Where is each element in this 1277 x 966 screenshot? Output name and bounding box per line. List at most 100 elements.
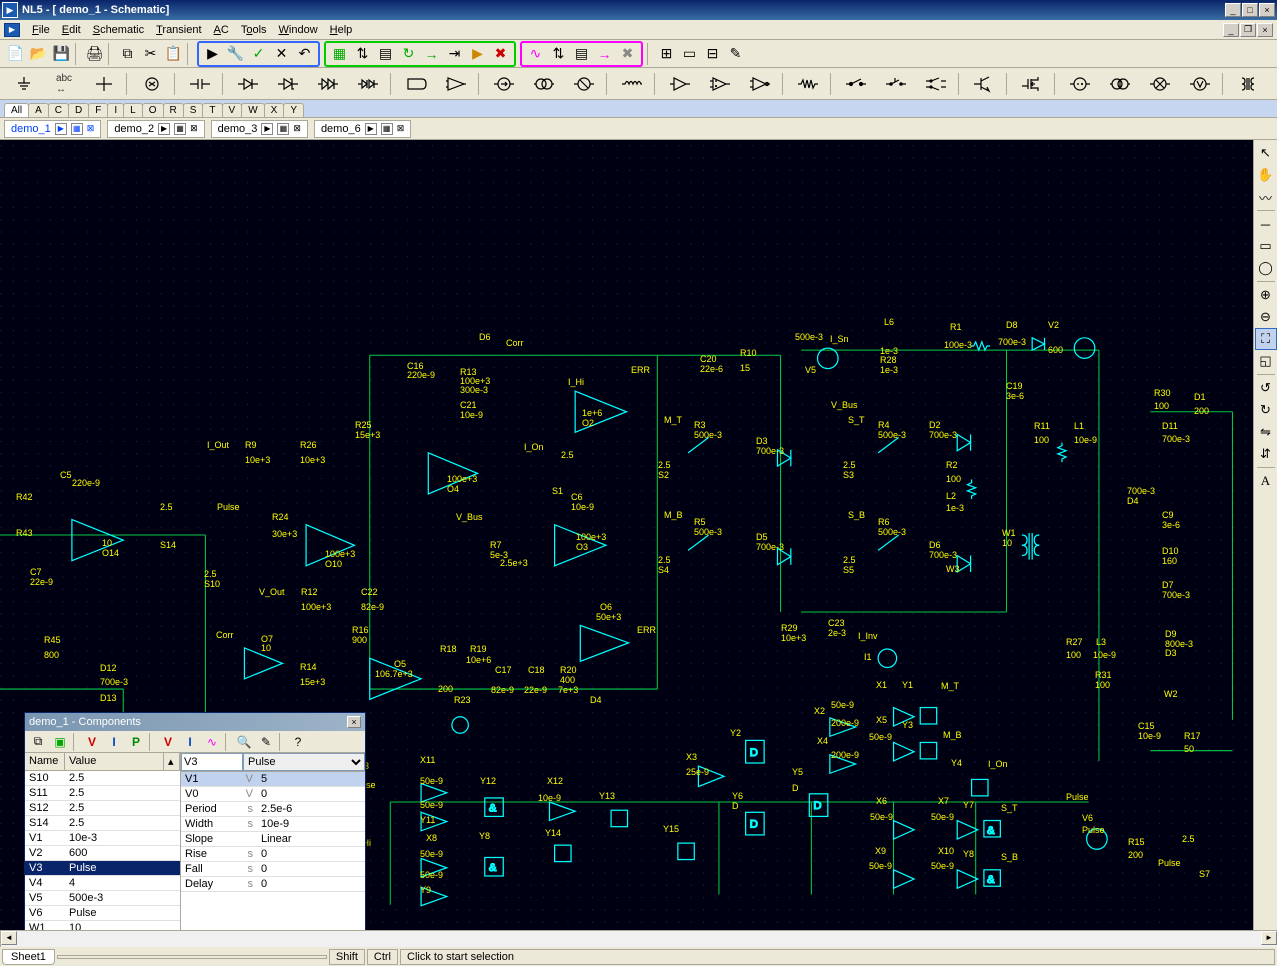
copy-button[interactable]: ⧉ [116, 43, 139, 65]
trans-data-button[interactable]: ⇅ [351, 43, 374, 65]
parts-tab-f[interactable]: F [88, 103, 108, 117]
param-row[interactable]: Falls0 [181, 862, 365, 877]
parts-tab-t[interactable]: T [202, 103, 222, 117]
label-button[interactable]: ▭ [678, 43, 701, 65]
func-icon[interactable] [396, 71, 436, 97]
components-close-button[interactable]: × [347, 716, 361, 728]
doc-tab-close[interactable]: ⊠ [190, 123, 198, 134]
bjt-icon[interactable] [964, 71, 1004, 97]
transient-icon[interactable]: ▦ [381, 123, 393, 135]
doc-tab-close[interactable]: ⊠ [397, 123, 405, 134]
component-row[interactable]: V5500e-3 [25, 891, 180, 906]
transformer-icon[interactable] [1228, 71, 1268, 97]
mdi-restore-button[interactable]: ❐ [1240, 23, 1256, 37]
parts-tab-v[interactable]: V [222, 103, 243, 117]
components-window[interactable]: demo_1 - Components × ⧉ ▣ V I P V I ∿ 🔍 … [24, 712, 366, 930]
capacitor-icon[interactable] [180, 71, 220, 97]
schematic-canvas[interactable]: & & D D D & & [0, 140, 1253, 930]
col-name-header[interactable]: Name [25, 753, 65, 770]
line-tool[interactable]: ─ [1255, 213, 1277, 235]
ac-run-button[interactable]: ∿ [524, 43, 547, 65]
menu-edit[interactable]: Edit [56, 22, 87, 38]
component-row[interactable]: S112.5 [25, 786, 180, 801]
probe-button[interactable]: ✎ [724, 43, 747, 65]
menu-ac[interactable]: AC [208, 22, 235, 38]
doc-tab-demo2[interactable]: demo_2 ▶ ▦ ⊠ [107, 120, 204, 138]
scroll-left-button[interactable]: ◄ [1, 931, 17, 945]
param-row[interactable]: Periods2.5e-6 [181, 802, 365, 817]
menu-help[interactable]: Help [324, 22, 359, 38]
parts-tab-x[interactable]: X [264, 103, 285, 117]
trans-log-button[interactable]: ↻ [397, 43, 420, 65]
col-value-header[interactable]: Value [65, 753, 164, 770]
doc-tab-demo6[interactable]: demo_6 ▶ ▦ ⊠ [314, 120, 411, 138]
check-button[interactable]: ✓ [247, 43, 270, 65]
comp-edit-button[interactable]: ✎ [255, 732, 277, 752]
component-params-list[interactable]: V1V5V0V0Periods2.5e-6Widths10e-9SlopeLin… [181, 772, 365, 930]
ac-stop-button[interactable]: ✖ [616, 43, 639, 65]
switch3-icon[interactable] [916, 71, 956, 97]
trans-tools-button[interactable]: ▤ [374, 43, 397, 65]
parts-tab-all[interactable]: All [4, 103, 29, 117]
isource-icon[interactable] [484, 71, 524, 97]
tools-button[interactable]: 🔧 [224, 43, 247, 65]
param-row[interactable]: Delays0 [181, 877, 365, 892]
comp-i-button[interactable]: I [103, 732, 125, 752]
zoom-out-tool[interactable]: ⊖ [1255, 306, 1277, 328]
component-row[interactable]: V2600 [25, 846, 180, 861]
mdi-minimize-button[interactable]: _ [1223, 23, 1239, 37]
zener-icon[interactable] [268, 71, 308, 97]
param-row[interactable]: V0V0 [181, 787, 365, 802]
isource2-icon[interactable] [524, 71, 564, 97]
ac-data-button[interactable]: ⇅ [547, 43, 570, 65]
components-titlebar[interactable]: demo_1 - Components × [25, 713, 365, 731]
wattmeter-icon[interactable] [1268, 71, 1277, 97]
voltmeter-icon[interactable] [1180, 71, 1220, 97]
ground-icon[interactable] [4, 71, 44, 97]
component-row[interactable]: V44 [25, 876, 180, 891]
schematic-button[interactable]: ▶ [201, 43, 224, 65]
rotate-right-tool[interactable]: ↻ [1255, 399, 1277, 421]
resistor-icon[interactable] [788, 71, 828, 97]
doc-tab-close[interactable]: ⊠ [87, 123, 95, 134]
close-x-button[interactable]: ✕ [270, 43, 293, 65]
maximize-button[interactable]: □ [1242, 3, 1258, 17]
diode4-icon[interactable] [348, 71, 388, 97]
rect-tool[interactable]: ▭ [1255, 235, 1277, 257]
rotate-left-tool[interactable]: ↺ [1255, 377, 1277, 399]
ellipse-tool[interactable]: ◯ [1255, 257, 1277, 279]
vsource3-icon[interactable] [1140, 71, 1180, 97]
switch2-icon[interactable] [876, 71, 916, 97]
vsource-icon[interactable] [1060, 71, 1100, 97]
cut-button[interactable]: ✂ [139, 43, 162, 65]
transient-icon[interactable]: ▦ [277, 123, 289, 135]
comp-v-button[interactable]: V [81, 732, 103, 752]
comp-ac-button[interactable]: ∿ [201, 732, 223, 752]
switch-icon[interactable] [836, 71, 876, 97]
open-button[interactable]: 📂 [27, 43, 50, 65]
component-row[interactable]: S122.5 [25, 801, 180, 816]
parts-tab-d[interactable]: D [68, 103, 89, 117]
parts-tab-r[interactable]: R [163, 103, 184, 117]
parts-tab-c[interactable]: C [48, 103, 69, 117]
parts-tab-w[interactable]: W [241, 103, 264, 117]
menu-transient[interactable]: Transient [150, 22, 207, 38]
comp-v2-button[interactable]: V [157, 732, 179, 752]
view-button[interactable]: ⊞ [655, 43, 678, 65]
comp-find-button[interactable]: 🔍 [233, 732, 255, 752]
parts-tab-a[interactable]: A [28, 103, 49, 117]
minimize-button[interactable]: _ [1225, 3, 1241, 17]
pan-tool[interactable]: ✋ [1255, 164, 1277, 186]
comp-help-button[interactable]: ? [287, 732, 309, 752]
label-icon[interactable]: abc↔ [44, 71, 84, 97]
save-button[interactable]: 💾 [50, 43, 73, 65]
buffer-icon[interactable] [660, 71, 700, 97]
stop-button[interactable]: ✖ [489, 43, 512, 65]
param-row[interactable]: V1V5 [181, 772, 365, 787]
doc-tab-demo1[interactable]: demo_1 ▶ ▦ ⊠ [4, 120, 101, 138]
vsource2-icon[interactable] [1100, 71, 1140, 97]
fit-tool[interactable]: ⛶ [1255, 328, 1277, 350]
opamp-icon[interactable] [436, 71, 476, 97]
paste-button[interactable]: 📋 [162, 43, 185, 65]
component-row[interactable]: V6Pulse [25, 906, 180, 921]
